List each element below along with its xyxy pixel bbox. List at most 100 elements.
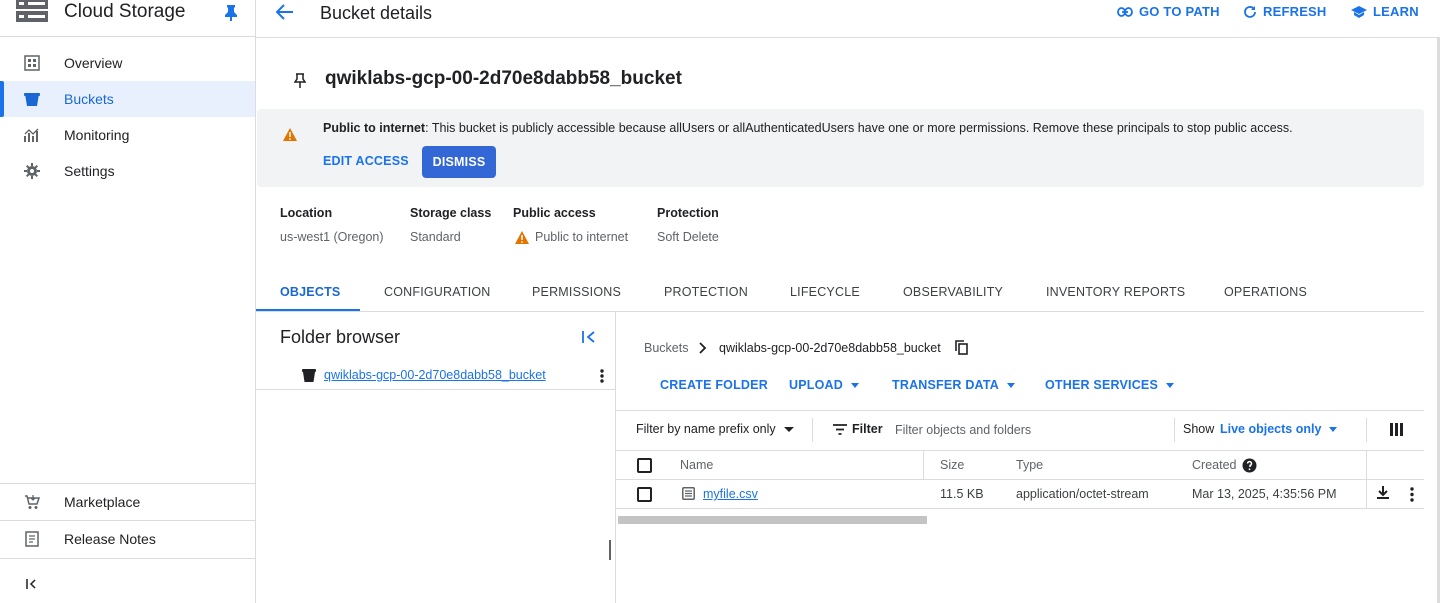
collapse-panel-icon[interactable]	[582, 330, 596, 344]
filter-label: Filter	[852, 422, 883, 436]
sidebar-item-buckets[interactable]: Buckets	[0, 81, 255, 117]
breadcrumb-buckets-link[interactable]: Buckets	[644, 341, 688, 355]
sidebar-item-monitoring[interactable]: Monitoring	[0, 117, 255, 153]
pin-icon[interactable]	[224, 5, 238, 21]
copy-icon[interactable]	[955, 340, 968, 355]
create-folder-button[interactable]: CREATE FOLDER	[660, 378, 768, 392]
help-icon[interactable]	[1242, 458, 1257, 473]
banner-message: Public to internet: This bucket is publi…	[323, 121, 1293, 135]
row-checkbox[interactable]	[637, 487, 652, 502]
more-vert-icon[interactable]	[1410, 487, 1414, 502]
banner-title: Public to internet	[323, 121, 426, 135]
bucket-icon	[302, 369, 316, 382]
back-arrow-icon[interactable]	[276, 4, 294, 20]
show-objects-value: Live objects only	[1220, 422, 1322, 436]
other-services-button[interactable]: OTHER SERVICES	[1045, 378, 1175, 392]
download-icon[interactable]	[1376, 486, 1390, 500]
show-label: Show	[1183, 422, 1215, 436]
protection-value: Soft Delete	[657, 230, 719, 244]
divider	[616, 450, 1424, 451]
chevron-right-icon	[698, 342, 707, 354]
column-header-created[interactable]: Created	[1192, 458, 1236, 472]
tab-observability[interactable]: OBSERVABILITY	[903, 285, 1003, 299]
sidebar-header: Cloud Storage	[0, 0, 256, 37]
create-folder-label: CREATE FOLDER	[660, 378, 768, 392]
caret-down-icon	[1329, 426, 1338, 432]
sidebar-item-label: Overview	[64, 55, 123, 71]
bucket-name-heading: qwiklabs-gcp-00-2d70e8dabb58_bucket	[325, 68, 682, 89]
dismiss-button[interactable]: DISMISS	[422, 146, 496, 178]
sidebar-item-label: Settings	[64, 163, 115, 179]
location-label: Location	[280, 206, 333, 220]
tab-permissions[interactable]: PERMISSIONS	[532, 285, 621, 299]
learn-label: LEARN	[1373, 4, 1419, 19]
gear-icon	[24, 163, 40, 179]
tab-operations[interactable]: OPERATIONS	[1224, 285, 1307, 299]
refresh-label: REFRESH	[1263, 4, 1327, 19]
notes-icon	[24, 531, 40, 547]
folder-tree-bucket-link[interactable]: qwiklabs-gcp-00-2d70e8dabb58_bucket	[324, 368, 546, 382]
filter-mode-select[interactable]: Filter by name prefix only	[636, 422, 794, 436]
filter-input[interactable]	[895, 420, 1165, 440]
tab-configuration[interactable]: CONFIGURATION	[384, 285, 491, 299]
caret-down-icon	[850, 382, 859, 388]
show-objects-select[interactable]: Live objects only	[1220, 422, 1338, 436]
public-access-label: Public access	[513, 206, 596, 220]
upload-button[interactable]: UPLOAD	[789, 378, 859, 392]
transfer-data-button[interactable]: TRANSFER DATA	[892, 378, 1015, 392]
refresh-icon	[1243, 5, 1257, 19]
sidebar-item-label: Monitoring	[64, 127, 130, 143]
panel-resize-handle[interactable]	[609, 540, 611, 560]
more-vert-icon[interactable]	[600, 368, 604, 384]
learn-button[interactable]: LEARN	[1351, 4, 1419, 19]
page-title: Bucket details	[320, 3, 433, 23]
transfer-data-label: TRANSFER DATA	[892, 378, 999, 392]
school-icon	[1351, 5, 1367, 18]
refresh-button[interactable]: REFRESH	[1243, 4, 1327, 19]
object-size: 11.5 KB	[940, 487, 984, 501]
bucket-icon	[24, 91, 40, 107]
pin-icon[interactable]	[294, 73, 306, 89]
sidebar-item-release-notes[interactable]: Release Notes	[0, 521, 255, 557]
divider	[256, 311, 1424, 312]
sidebar: Cloud Storage Overview Buckets Monitorin…	[0, 0, 256, 603]
divider	[1174, 418, 1175, 442]
storage-class-value: Standard	[410, 230, 461, 244]
cart-icon	[24, 494, 40, 510]
filter-mode-value: Filter by name prefix only	[636, 422, 776, 436]
select-all-checkbox[interactable]	[637, 458, 652, 473]
sidebar-item-label: Release Notes	[64, 531, 156, 547]
collapse-sidebar-icon[interactable]	[26, 578, 38, 590]
folder-browser-title: Folder browser	[280, 327, 401, 347]
column-header-size[interactable]: Size	[940, 458, 964, 472]
sidebar-item-marketplace[interactable]: Marketplace	[0, 484, 255, 520]
divider	[616, 410, 1424, 411]
breadcrumb-current: qwiklabs-gcp-00-2d70e8dabb58_bucket	[719, 341, 941, 355]
location-value: us-west1 (Oregon)	[280, 230, 384, 244]
other-services-label: OTHER SERVICES	[1045, 378, 1159, 392]
tab-objects[interactable]: OBJECTS	[280, 285, 340, 299]
caret-down-icon	[1166, 382, 1175, 388]
tab-inventory-reports[interactable]: INVENTORY REPORTS	[1046, 285, 1185, 299]
upload-label: UPLOAD	[789, 378, 843, 392]
table-scrollbar[interactable]	[618, 516, 927, 524]
go-to-path-button[interactable]: GO TO PATH	[1117, 4, 1220, 19]
column-header-name[interactable]: Name	[680, 458, 713, 472]
divider	[256, 37, 1440, 38]
column-header-type[interactable]: Type	[1016, 458, 1043, 472]
sidebar-item-settings[interactable]: Settings	[0, 153, 255, 189]
divider	[923, 451, 924, 479]
file-icon	[682, 487, 695, 500]
tab-lifecycle[interactable]: LIFECYCLE	[790, 285, 860, 299]
monitoring-icon	[24, 127, 40, 143]
divider	[812, 418, 813, 442]
go-to-path-label: GO TO PATH	[1139, 4, 1220, 19]
divider	[615, 312, 616, 603]
object-name-link[interactable]: myfile.csv	[703, 487, 758, 501]
sidebar-item-overview[interactable]: Overview	[0, 45, 255, 81]
edit-access-button[interactable]: EDIT ACCESS	[323, 154, 409, 168]
divider	[616, 508, 1424, 509]
tab-protection[interactable]: PROTECTION	[664, 285, 748, 299]
column-display-icon[interactable]	[1390, 423, 1403, 436]
caret-down-icon	[1007, 382, 1015, 388]
